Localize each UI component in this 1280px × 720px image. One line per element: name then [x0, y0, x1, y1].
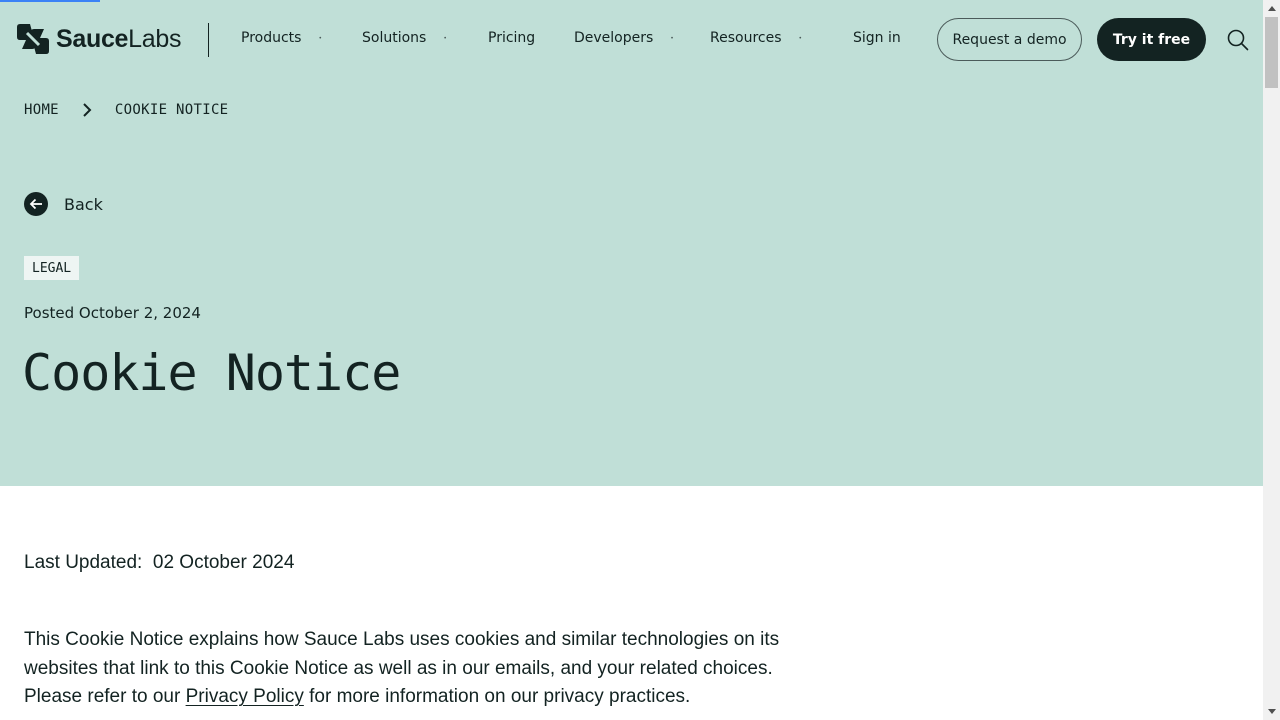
posted-date: Posted October 2, 2024 — [24, 304, 201, 322]
chevron-right-icon — [83, 103, 92, 117]
nav-item-pricing[interactable]: Pricing — [488, 30, 535, 46]
category-tag[interactable]: LEGAL — [24, 256, 80, 280]
breadcrumb-current: COOKIE NOTICE — [114, 102, 229, 118]
last-updated: Last Updated: 02 October 2024 — [24, 552, 295, 573]
dropdown-dot-icon: • — [670, 34, 674, 42]
saucelabs-logo-icon — [17, 24, 49, 54]
nav-divider — [208, 23, 209, 57]
back-link[interactable]: Back — [24, 192, 103, 216]
page-load-progress — [0, 0, 100, 2]
intro-paragraph: This Cookie Notice explains how Sauce La… — [24, 629, 780, 708]
top-navigation: SauceLabs Products • Solutions • Pricing… — [0, 0, 1263, 80]
nav-item-resources[interactable]: Resources • — [710, 30, 802, 46]
search-icon[interactable] — [1227, 29, 1249, 51]
nav-item-products[interactable]: Products • — [241, 30, 322, 46]
scroll-down-arrow-icon[interactable] — [1263, 703, 1280, 720]
saucelabs-logo[interactable]: SauceLabs — [16, 23, 181, 55]
sign-in-link[interactable]: Sign in — [853, 30, 901, 46]
page-title: Cookie Notice — [22, 344, 401, 402]
breadcrumb: HOME COOKIE NOTICE — [24, 102, 228, 118]
nav-item-developers[interactable]: Developers • — [574, 30, 674, 46]
privacy-policy-link[interactable]: Privacy Policy — [186, 686, 304, 707]
nav-item-solutions[interactable]: Solutions • — [362, 30, 447, 46]
scroll-up-arrow-icon[interactable] — [1263, 0, 1280, 17]
request-demo-button[interactable]: Request a demo — [937, 18, 1082, 61]
dropdown-dot-icon: • — [443, 34, 447, 42]
breadcrumb-home[interactable]: HOME — [24, 102, 59, 118]
saucelabs-wordmark: SauceLabs — [56, 24, 182, 53]
arrow-left-icon — [24, 192, 48, 216]
dropdown-dot-icon: • — [318, 34, 322, 42]
try-it-free-button[interactable]: Try it free — [1097, 18, 1206, 61]
back-label: Back — [64, 194, 103, 214]
hero-section: SauceLabs Products • Solutions • Pricing… — [0, 0, 1263, 486]
dropdown-dot-icon: • — [798, 34, 803, 42]
page-scrollbar[interactable] — [1263, 0, 1280, 720]
scrollbar-thumb[interactable] — [1265, 17, 1278, 88]
